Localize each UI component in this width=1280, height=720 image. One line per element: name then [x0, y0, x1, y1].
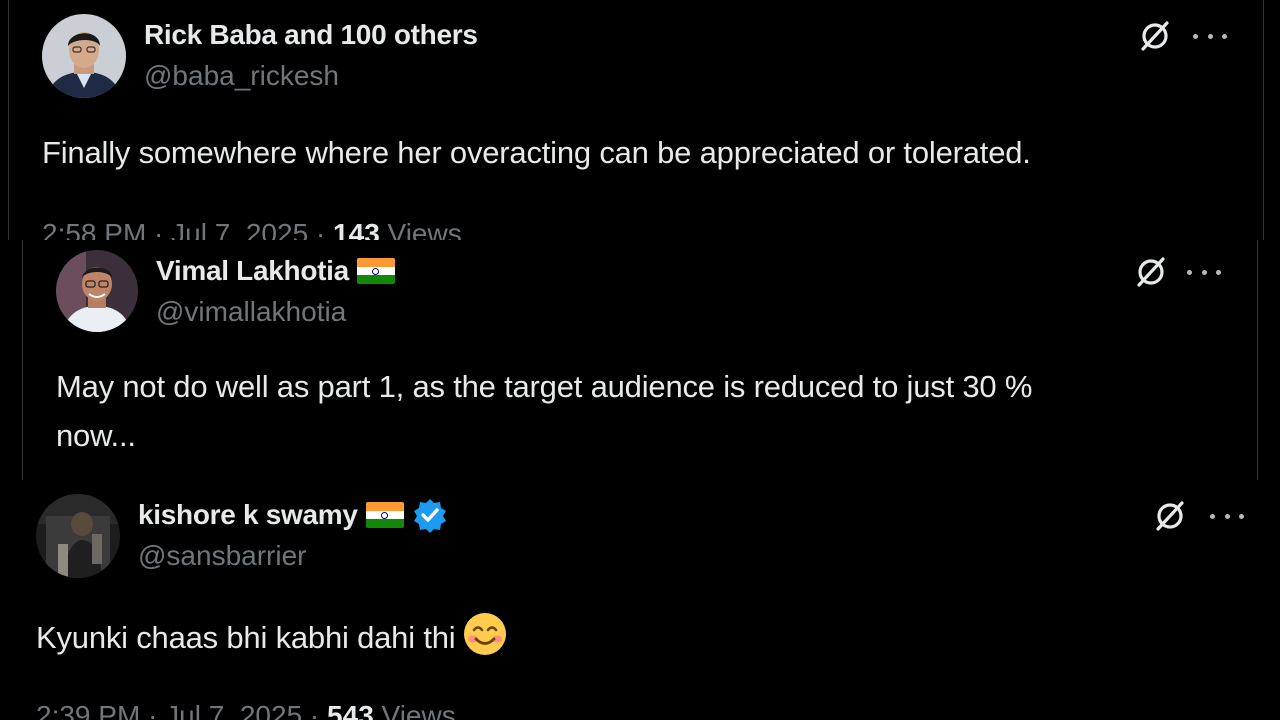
- author-name[interactable]: Rick Baba and 100 others: [144, 19, 478, 51]
- views-label: Views: [373, 700, 456, 720]
- views-label: Views: [379, 218, 462, 240]
- author-row: Rick Baba and 100 others: [144, 18, 478, 52]
- author-row: kishore k swamy: [138, 497, 448, 533]
- author-handle[interactable]: @baba_rickesh: [144, 60, 339, 92]
- avatar[interactable]: [56, 250, 138, 332]
- tweet-text: Finally somewhere where her overacting c…: [42, 135, 1031, 170]
- india-flag-icon: [356, 258, 395, 284]
- tweet-card-1: Rick Baba and 100 others @baba_rickesh F…: [8, 0, 1264, 240]
- more-options-icon[interactable]: [1210, 511, 1244, 521]
- grok-icon[interactable]: [1133, 254, 1169, 290]
- tweet-card-2: Vimal Lakhotia @vimallakhotia May not do…: [22, 240, 1258, 480]
- grok-icon[interactable]: [1152, 498, 1188, 534]
- tweet-meta: 2:39 PM · Jul 7, 2025 · 543 Views: [36, 700, 456, 720]
- more-options-icon[interactable]: [1187, 267, 1221, 277]
- avatar[interactable]: [36, 494, 120, 578]
- author-handle[interactable]: @sansbarrier: [138, 540, 306, 572]
- author-row: Vimal Lakhotia: [156, 254, 395, 288]
- author-handle[interactable]: @vimallakhotia: [156, 296, 346, 328]
- tweet-text-line-2: now...: [56, 418, 136, 453]
- avatar[interactable]: [42, 14, 126, 98]
- tweet-timestamp[interactable]: 2:39 PM · Jul 7, 2025 ·: [36, 700, 327, 720]
- verified-badge-icon[interactable]: [412, 497, 448, 533]
- smiling-face-emoji: [464, 613, 507, 655]
- tweet-meta: 2:58 PM · Jul 7, 2025 · 143 Views: [42, 218, 462, 240]
- author-name[interactable]: kishore k swamy: [138, 499, 358, 531]
- grok-icon[interactable]: [1137, 18, 1173, 54]
- views-count: 143: [333, 218, 380, 240]
- more-options-icon[interactable]: [1193, 31, 1227, 41]
- tweet-timestamp[interactable]: 2:58 PM · Jul 7, 2025 ·: [42, 218, 333, 240]
- tweet-card-3: kishore k swamy @sansbarrier Kyunki chaa…: [0, 480, 1280, 720]
- tweet-text: Kyunki chaas bhi kabhi dahi thi: [36, 612, 507, 662]
- author-name[interactable]: Vimal Lakhotia: [156, 255, 349, 287]
- india-flag-icon: [365, 502, 404, 528]
- views-count: 543: [327, 700, 374, 720]
- tweet-text-line-1: May not do well as part 1, as the target…: [56, 369, 1033, 404]
- tweet-text-content: Kyunki chaas bhi kabhi dahi thi: [36, 620, 456, 655]
